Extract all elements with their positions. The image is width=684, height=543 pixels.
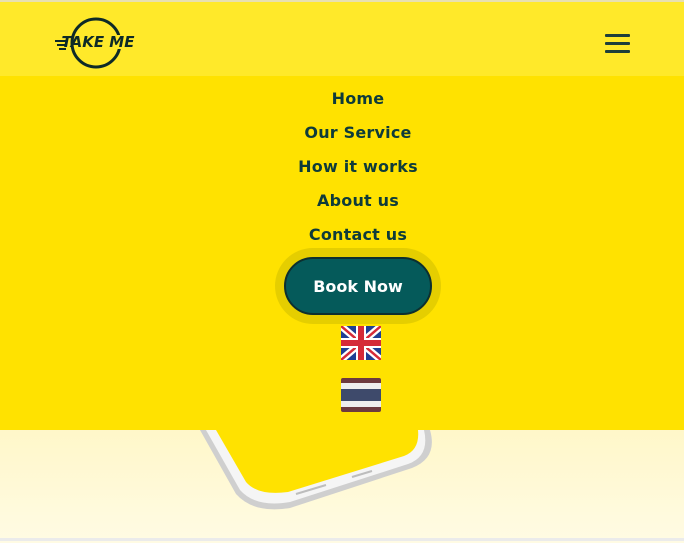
thailand-flag-icon[interactable] — [341, 378, 381, 412]
take-me-logo[interactable]: TAKE ME — [54, 16, 138, 72]
nav-menu: Home Our Service How it works About us C… — [0, 76, 684, 430]
nav-how-it-works[interactable]: How it works — [0, 157, 684, 176]
book-now-ring: Book Now — [275, 248, 441, 324]
site-header: TAKE ME — [0, 0, 684, 76]
hero-section — [0, 430, 684, 543]
uk-flag-icon[interactable] — [341, 326, 381, 360]
nav-about-us[interactable]: About us — [0, 191, 684, 210]
nav-our-service[interactable]: Our Service — [0, 123, 684, 142]
divider — [0, 538, 684, 541]
phone-illustration — [200, 430, 432, 510]
nav-contact-us[interactable]: Contact us — [0, 225, 684, 244]
book-now-button[interactable]: Book Now — [284, 257, 432, 315]
hamburger-menu-icon[interactable] — [604, 32, 632, 54]
nav-home[interactable]: Home — [0, 89, 684, 108]
logo-wordmark: TAKE ME — [62, 33, 136, 51]
